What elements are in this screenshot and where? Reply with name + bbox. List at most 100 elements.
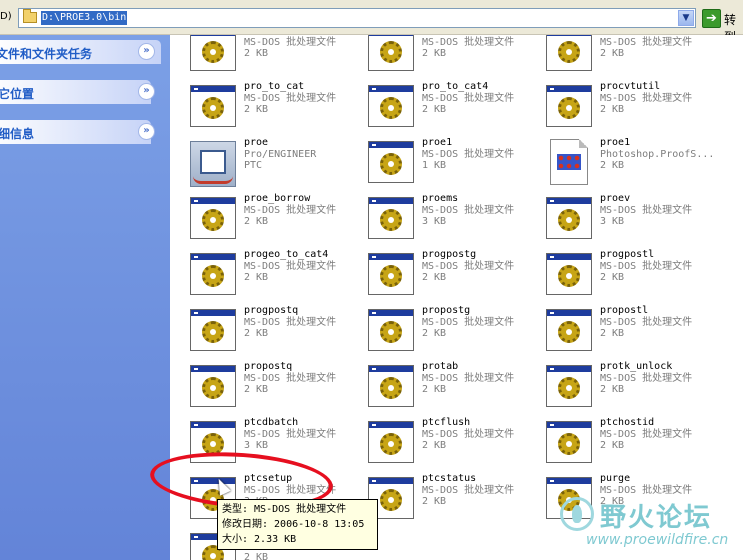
file-item[interactable]: progpostq MS-DOS 批处理文件 2 KB <box>180 305 355 355</box>
file-label[interactable]: MS-DOS 批处理文件 2 KB <box>244 35 336 60</box>
batch-file-icon[interactable] <box>368 141 416 183</box>
file-label[interactable]: MS-DOS 批处理文件 2 KB <box>422 35 514 60</box>
file-label[interactable]: proe_borrow MS-DOS 批处理文件 2 KB <box>244 193 336 228</box>
file-label[interactable]: propostq MS-DOS 批处理文件 2 KB <box>244 361 336 396</box>
batch-file-icon[interactable] <box>190 85 238 127</box>
batch-file-icon[interactable] <box>190 35 238 71</box>
batch-file-icon[interactable] <box>368 309 416 351</box>
chevron-collapse-icon[interactable]: » <box>138 43 155 60</box>
file-label[interactable]: procvtutil MS-DOS 批处理文件 2 KB <box>600 81 692 116</box>
file-type: MS-DOS 批处理文件 <box>422 204 515 216</box>
file-item[interactable]: ptcstatus MS-DOS 批处理文件 2 KB <box>358 473 533 523</box>
panel-title[interactable]: 其它位置 <box>0 85 34 102</box>
file-size: 2 KB <box>244 272 269 283</box>
batch-file-icon[interactable] <box>368 35 416 71</box>
file-label[interactable]: pro_to_cat MS-DOS 批处理文件 2 KB <box>244 81 336 116</box>
file-label[interactable]: progpostg MS-DOS 批处理文件 2 KB <box>422 249 514 284</box>
file-label[interactable]: propostl MS-DOS 批处理文件 2 KB <box>600 305 692 340</box>
file-label[interactable]: proev MS-DOS 批处理文件 3 KB <box>600 193 692 228</box>
file-item[interactable]: MS-DOS 批处理文件 2 KB <box>180 35 355 75</box>
go-arrow-icon[interactable]: ➔ <box>702 9 721 28</box>
file-label[interactable]: proe Pro/ENGINEER PTC <box>244 137 316 172</box>
file-item[interactable]: protk_unlock MS-DOS 批处理文件 2 KB <box>536 361 711 411</box>
file-label[interactable]: progpostl MS-DOS 批处理文件 2 KB <box>600 249 692 284</box>
file-label[interactable]: proems MS-DOS 批处理文件 3 KB <box>422 193 514 228</box>
file-item[interactable]: proe1 Photoshop.ProofS... 2 KB <box>536 137 714 187</box>
file-item[interactable]: proe_borrow MS-DOS 批处理文件 2 KB <box>180 193 355 243</box>
batch-file-icon[interactable] <box>190 253 238 295</box>
pro-engineer-icon[interactable] <box>190 141 238 187</box>
batch-file-icon[interactable] <box>368 85 416 127</box>
file-item[interactable]: propostg MS-DOS 批处理文件 2 KB <box>358 305 533 355</box>
batch-file-icon[interactable] <box>546 85 594 127</box>
panel-other-places[interactable]: 其它位置 » <box>0 80 155 104</box>
file-label[interactable]: ptchostid MS-DOS 批处理文件 2 KB <box>600 417 692 452</box>
chevron-collapse-icon[interactable]: » <box>138 123 155 140</box>
batch-file-icon[interactable] <box>368 253 416 295</box>
file-item[interactable]: pro_to_cat4 MS-DOS 批处理文件 2 KB <box>358 81 533 131</box>
file-item[interactable]: purge MS-DOS 批处理文件 2 KB <box>536 473 711 523</box>
file-type: MS-DOS 批处理文件 <box>600 428 693 440</box>
file-item[interactable]: pro_to_cat MS-DOS 批处理文件 2 KB <box>180 81 355 131</box>
file-label[interactable]: pro_to_cat4 MS-DOS 批处理文件 2 KB <box>422 81 514 116</box>
batch-file-icon[interactable] <box>546 253 594 295</box>
address-path[interactable]: D:\PROE3.0\bin <box>41 11 128 25</box>
file-name: propostg <box>422 305 471 316</box>
file-item[interactable]: ptcdbatch MS-DOS 批处理文件 3 KB <box>180 417 355 467</box>
batch-file-icon[interactable] <box>190 365 238 407</box>
file-label[interactable]: proe1 MS-DOS 批处理文件 1 KB <box>422 137 514 172</box>
batch-file-icon[interactable] <box>190 309 238 351</box>
file-label[interactable]: propostg MS-DOS 批处理文件 2 KB <box>422 305 514 340</box>
file-size: 2 KB <box>600 104 625 115</box>
chevron-down-icon: ▼ <box>682 13 690 23</box>
file-item[interactable]: progpostl MS-DOS 批处理文件 2 KB <box>536 249 711 299</box>
file-label[interactable]: purge MS-DOS 批处理文件 2 KB <box>600 473 692 508</box>
address-dropdown-button[interactable]: ▼ <box>678 10 694 26</box>
file-item[interactable]: ptcflush MS-DOS 批处理文件 2 KB <box>358 417 533 467</box>
batch-file-icon[interactable] <box>546 477 594 519</box>
address-input[interactable]: D:\PROE3.0\bin ▼ <box>18 8 696 28</box>
file-item[interactable]: proe1 MS-DOS 批处理文件 1 KB <box>358 137 533 187</box>
panel-details[interactable]: 详细信息 » <box>0 120 155 144</box>
batch-file-icon[interactable] <box>546 197 594 239</box>
file-item[interactable]: protab MS-DOS 批处理文件 2 KB <box>358 361 533 411</box>
file-item[interactable]: propostl MS-DOS 批处理文件 2 KB <box>536 305 711 355</box>
file-label[interactable]: ptcflush MS-DOS 批处理文件 2 KB <box>422 417 514 452</box>
file-label[interactable]: ptcdbatch MS-DOS 批处理文件 3 KB <box>244 417 336 452</box>
file-item[interactable]: procvtutil MS-DOS 批处理文件 2 KB <box>536 81 711 131</box>
batch-file-icon[interactable] <box>368 365 416 407</box>
file-item[interactable]: proe Pro/ENGINEER PTC <box>180 137 355 187</box>
file-item[interactable]: proev MS-DOS 批处理文件 3 KB <box>536 193 711 243</box>
file-type: MS-DOS 批处理文件 <box>422 36 515 48</box>
batch-file-icon[interactable] <box>190 421 238 463</box>
batch-file-icon[interactable] <box>190 197 238 239</box>
panel-title[interactable]: 详细信息 <box>0 125 34 142</box>
file-label[interactable]: proe1 Photoshop.ProofS... 2 KB <box>600 137 714 172</box>
file-item[interactable]: progpostg MS-DOS 批处理文件 2 KB <box>358 249 533 299</box>
panel-title[interactable]: 文件和文件夹任务 <box>0 45 92 62</box>
tooltip-type: 类型: MS-DOS 批处理文件 <box>222 504 347 515</box>
file-item[interactable]: MS-DOS 批处理文件 2 KB <box>358 35 533 75</box>
batch-file-icon[interactable] <box>546 309 594 351</box>
batch-file-icon[interactable] <box>368 421 416 463</box>
file-label[interactable]: progeo_to_cat4 MS-DOS 批处理文件 2 KB <box>244 249 336 284</box>
panel-file-folder-tasks[interactable]: 文件和文件夹任务 » <box>0 40 161 64</box>
photoshop-proof-icon[interactable] <box>546 139 594 185</box>
chevron-collapse-icon[interactable]: » <box>138 83 155 100</box>
batch-file-icon[interactable] <box>546 421 594 463</box>
file-item[interactable]: MS-DOS 批处理文件 2 KB <box>536 35 711 75</box>
batch-file-icon[interactable] <box>546 365 594 407</box>
file-type: MS-DOS 批处理文件 <box>422 260 515 272</box>
file-item[interactable]: propostq MS-DOS 批处理文件 2 KB <box>180 361 355 411</box>
file-label[interactable]: protab MS-DOS 批处理文件 2 KB <box>422 361 514 396</box>
file-item[interactable]: progeo_to_cat4 MS-DOS 批处理文件 2 KB <box>180 249 355 299</box>
file-label[interactable]: MS-DOS 批处理文件 2 KB <box>600 35 692 60</box>
file-label[interactable]: protk_unlock MS-DOS 批处理文件 2 KB <box>600 361 692 396</box>
batch-file-icon[interactable] <box>546 35 594 71</box>
file-type: MS-DOS 批处理文件 <box>600 484 693 496</box>
batch-file-icon[interactable] <box>368 197 416 239</box>
file-item[interactable]: ptchostid MS-DOS 批处理文件 2 KB <box>536 417 711 467</box>
file-label[interactable]: ptcstatus MS-DOS 批处理文件 2 KB <box>422 473 514 508</box>
file-item[interactable]: proems MS-DOS 批处理文件 3 KB <box>358 193 533 243</box>
file-label[interactable]: progpostq MS-DOS 批处理文件 2 KB <box>244 305 336 340</box>
